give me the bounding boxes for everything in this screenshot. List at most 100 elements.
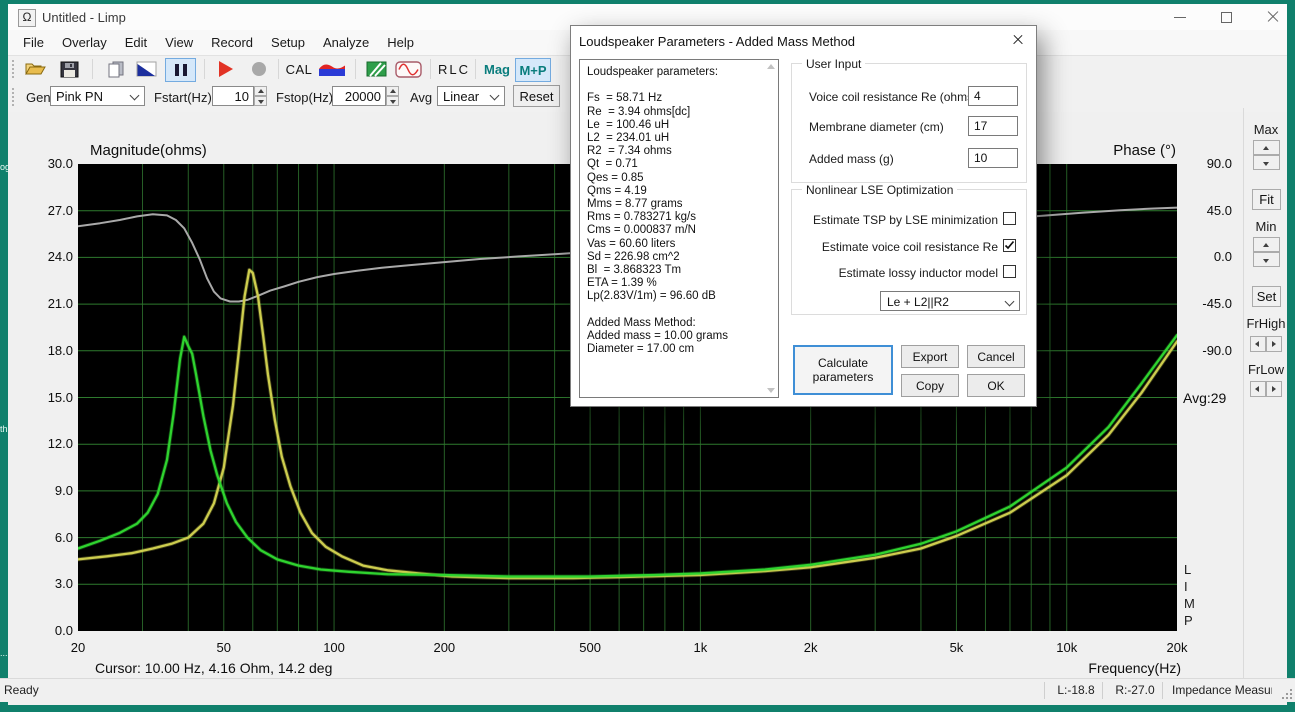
spin-right-icon bbox=[1272, 386, 1276, 392]
cancel-button[interactable]: Cancel bbox=[967, 345, 1025, 368]
magnitude-tick: 21.0 bbox=[28, 296, 73, 311]
calculate-parameters-button[interactable]: Calculate parameters bbox=[793, 345, 893, 395]
lse-legend: Nonlinear LSE Optimization bbox=[802, 183, 957, 197]
parameter-line: Added mass = 10.00 grams bbox=[587, 330, 760, 343]
diameter-input[interactable]: 17 bbox=[968, 116, 1018, 136]
mag-label: Mag bbox=[484, 62, 510, 77]
magnitude-tick: 24.0 bbox=[28, 249, 73, 264]
chevron-down-icon bbox=[130, 91, 140, 101]
parameter-line: ETA = 1.39 % bbox=[587, 277, 760, 290]
screen: og th ... Ω Untitled - Limp FileOverlayE… bbox=[0, 0, 1295, 712]
magnitude-axis-title: Magnitude(ohms) bbox=[90, 142, 207, 159]
parameter-line: Lp(2.83V/1m) = 96.60 dB bbox=[587, 290, 760, 303]
averaging-select[interactable]: Linear bbox=[437, 86, 505, 106]
parameter-line: Added Mass Method: bbox=[587, 317, 760, 330]
magnitude-tick: 12.0 bbox=[28, 436, 73, 451]
sine-generator-button[interactable] bbox=[393, 58, 423, 80]
menu-edit[interactable]: Edit bbox=[116, 30, 156, 55]
reset-button[interactable]: Reset bbox=[513, 85, 560, 107]
new-document-icon bbox=[105, 60, 125, 78]
parameter-line: R2 = 7.34 ohms bbox=[587, 145, 760, 158]
lse-checkbox-label: Estimate voice coil resistance Re bbox=[802, 240, 998, 254]
magnitude-phase-view-button[interactable]: M+P bbox=[515, 58, 551, 82]
dialog-close-button[interactable] bbox=[1010, 32, 1026, 48]
save-icon bbox=[60, 61, 79, 78]
parameter-line: L2 = 234.01 uH bbox=[587, 132, 760, 145]
magnitude-tick: 0.0 bbox=[28, 623, 73, 638]
frequency-tick: 100 bbox=[309, 640, 359, 655]
loudspeaker-parameters-dialog: Loudspeaker Parameters - Added Mass Meth… bbox=[570, 25, 1037, 407]
frequency-tick: 50 bbox=[199, 640, 249, 655]
export-button[interactable]: Export bbox=[901, 345, 959, 368]
limp-logo-letter: M bbox=[1184, 596, 1195, 611]
fstart-spinner[interactable] bbox=[254, 86, 267, 106]
calibrate-button[interactable]: CAL bbox=[285, 58, 313, 80]
scroll-up-icon[interactable] bbox=[767, 64, 775, 69]
menu-help[interactable]: Help bbox=[378, 30, 423, 55]
rlc-button[interactable]: RLC bbox=[438, 58, 470, 80]
left-level-readout: L:-18.8 bbox=[1052, 683, 1100, 697]
spin-up-icon bbox=[1263, 146, 1269, 150]
pause-button[interactable] bbox=[165, 58, 196, 82]
spin-up-icon bbox=[1263, 243, 1269, 247]
phase-tick: 45.0 bbox=[1186, 203, 1232, 218]
ok-button[interactable]: OK bbox=[967, 374, 1025, 397]
fstop-input[interactable]: 20000 bbox=[332, 86, 386, 106]
lse-checkbox[interactable] bbox=[1003, 212, 1016, 225]
new-document-button[interactable] bbox=[102, 58, 128, 80]
measurement-mode: Impedance Measuremen bbox=[1172, 683, 1272, 697]
scroll-down-icon[interactable] bbox=[767, 388, 775, 393]
resize-grip[interactable] bbox=[1282, 689, 1292, 699]
genrow-grip[interactable] bbox=[12, 88, 17, 106]
toolbar-separator bbox=[430, 59, 431, 79]
pause-icon bbox=[175, 64, 187, 76]
parameter-line: Bl = 3.868323 Tm bbox=[587, 264, 760, 277]
menu-view[interactable]: View bbox=[156, 30, 202, 55]
open-file-button[interactable] bbox=[22, 58, 48, 80]
overlay-button[interactable] bbox=[133, 58, 159, 80]
generator-button[interactable] bbox=[363, 58, 389, 80]
menu-setup[interactable]: Setup bbox=[262, 30, 314, 55]
menu-overlay[interactable]: Overlay bbox=[53, 30, 116, 55]
chevron-down-icon bbox=[1005, 297, 1015, 307]
frequency-tick: 20k bbox=[1152, 640, 1202, 655]
play-button[interactable] bbox=[213, 58, 239, 80]
lse-checkbox[interactable] bbox=[1003, 265, 1016, 278]
inductor-model-select[interactable]: Le + L2||R2 bbox=[880, 291, 1020, 311]
magnitude-tick: 27.0 bbox=[28, 203, 73, 218]
fstop-spinner[interactable] bbox=[386, 86, 399, 106]
spin-down-icon bbox=[1263, 259, 1269, 263]
close-button[interactable] bbox=[1251, 4, 1295, 30]
chevron-down-icon bbox=[490, 91, 500, 101]
fit-button[interactable]: Fit bbox=[1252, 189, 1281, 210]
status-bar: Ready L:-18.8 R:-27.0 Impedance Measurem… bbox=[0, 678, 1295, 702]
spin-left-icon bbox=[1255, 341, 1259, 347]
phase-tick: 0.0 bbox=[1186, 249, 1232, 264]
parameters-text: Loudspeaker parameters: Fs = 58.71 HzRe … bbox=[587, 66, 760, 356]
fstart-input[interactable]: 10 bbox=[212, 86, 254, 106]
toolbar-grip[interactable] bbox=[12, 60, 17, 78]
copy-button[interactable]: Copy bbox=[901, 374, 959, 397]
added-mass-input[interactable]: 10 bbox=[968, 148, 1018, 168]
generator-icon bbox=[366, 61, 387, 77]
menu-record[interactable]: Record bbox=[202, 30, 262, 55]
re-input[interactable]: 4 bbox=[968, 86, 1018, 106]
magnitude-view-button[interactable]: Mag bbox=[481, 58, 513, 80]
record-icon bbox=[252, 62, 266, 76]
set-button[interactable]: Set bbox=[1252, 286, 1281, 307]
save-button[interactable] bbox=[56, 58, 82, 80]
record-button[interactable] bbox=[246, 58, 272, 80]
lse-checkbox[interactable] bbox=[1003, 239, 1016, 252]
frequency-tick: 500 bbox=[565, 640, 615, 655]
parameters-listbox[interactable]: Loudspeaker parameters: Fs = 58.71 HzRe … bbox=[579, 59, 779, 398]
freq-response-button[interactable] bbox=[317, 58, 347, 80]
menu-file[interactable]: File bbox=[14, 30, 53, 55]
generator-select[interactable]: Pink PN bbox=[50, 86, 145, 106]
minimize-button[interactable] bbox=[1158, 4, 1202, 30]
maximize-button[interactable] bbox=[1204, 4, 1248, 30]
magnitude-tick: 30.0 bbox=[28, 156, 73, 171]
rlc-label: RLC bbox=[438, 62, 470, 77]
spin-up-icon bbox=[390, 89, 396, 93]
gen-label: Gen bbox=[26, 90, 51, 105]
menu-analyze[interactable]: Analyze bbox=[314, 30, 378, 55]
